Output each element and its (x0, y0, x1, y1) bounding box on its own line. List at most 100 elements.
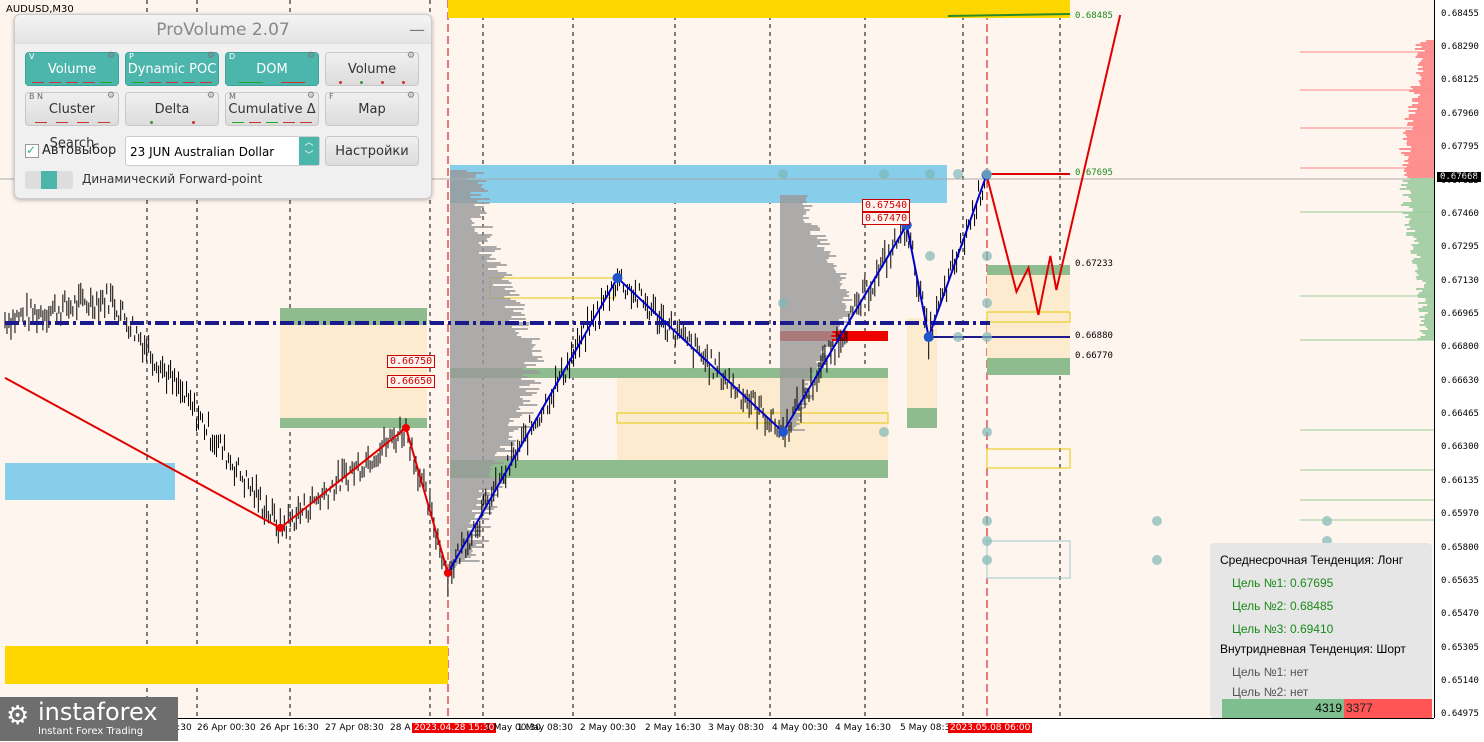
instrument-select[interactable]: 23 JUN Australian Dollar ︿ ﹀ (125, 136, 320, 166)
dom-bar (1410, 226, 1434, 228)
gear-icon[interactable]: ⚙ (207, 91, 215, 101)
autoselect-checkbox[interactable]: ✓ Автовыбор (25, 143, 116, 158)
time-axis[interactable]: 24 Apr 202325 Apr 16:3025 Apr 08:3026 Ap… (0, 718, 1434, 742)
price-tick: 0.68125 (1441, 75, 1479, 86)
volume-profile-bar (780, 385, 806, 387)
volume-profile-bar (450, 316, 512, 318)
gear-icon[interactable]: ⚙ (407, 51, 415, 61)
volume-profile-bar (780, 267, 834, 269)
volume-profile-bar (450, 436, 513, 438)
dom-bar (1418, 292, 1434, 294)
volume-profile-bar (780, 359, 827, 361)
volume-profile-bar (450, 264, 507, 266)
dom-bar (1420, 256, 1434, 258)
volume-button[interactable]: ⚙ Volume (325, 51, 419, 86)
volume-profile-bar (450, 398, 523, 400)
dom-bar (1412, 98, 1434, 100)
volume-profile-bar (450, 428, 519, 430)
gear-icon[interactable]: ⚙ (207, 51, 215, 61)
volume-profile-bar (780, 245, 818, 247)
dynamic-poc-button[interactable]: P ⚙ Dynamic POC (125, 51, 219, 86)
price-tick: 0.66965 (1441, 308, 1479, 319)
volume-profile-bar (450, 490, 479, 492)
cluster-search-button[interactable]: B N ⚙ Cluster Search (25, 91, 119, 151)
volume-profile-bar (450, 476, 491, 478)
volume-profile-bar (450, 278, 502, 280)
volume-profile-bar (450, 210, 485, 212)
price-tick: 0.66300 (1441, 442, 1479, 453)
volume-profile-button[interactable]: V⚙Volume Profile (25, 51, 119, 111)
dom-bar (1416, 54, 1434, 56)
volume-profile-bar (450, 508, 494, 510)
dom-bar (1414, 240, 1434, 242)
time-tick: 2 May 00:30 (580, 723, 636, 733)
volume-profile-bar (780, 209, 810, 211)
cumulative-delta-button[interactable]: M ⚙ Cumulative Δ (225, 91, 319, 126)
settings-button[interactable]: Настройки (325, 136, 419, 166)
price-tick: 0.67460 (1441, 209, 1479, 220)
intraday-trend: Внутридневная Тенденция: Шорт (1220, 642, 1406, 656)
volume-profile-bar (780, 215, 804, 217)
dom-bar (1416, 238, 1434, 240)
dom-bar (1412, 104, 1434, 106)
volume-profile-bar (450, 412, 534, 414)
forward-point-toggle[interactable] (25, 171, 73, 189)
volume-profile-bar (450, 494, 498, 496)
volume-profile-bar (450, 286, 513, 288)
volume-profile-bar (450, 456, 515, 458)
volume-profile-bar (450, 354, 533, 356)
price-axis[interactable]: 0.67668 0.68455 0.68290 0.68125 0.67960 0.67… (1434, 0, 1484, 719)
dom-button[interactable]: D ⚙ DOM (225, 51, 319, 86)
volume-profile-bar (450, 214, 480, 216)
volume-profile-bar (780, 249, 825, 251)
zone-box (280, 310, 427, 428)
volume-profile-bar (450, 364, 537, 366)
volume-profile-bar (450, 228, 475, 230)
volume-profile-bar (780, 217, 809, 219)
dom-bar (1414, 48, 1434, 50)
gear-icon[interactable]: ⚙ (307, 91, 315, 101)
volume-profile-bar (450, 318, 526, 320)
time-tick: 2023.04.28 15:30 (412, 723, 497, 733)
dom-bar (1418, 96, 1434, 98)
minimize-icon[interactable]: — (409, 15, 425, 45)
volume-profile-bar (780, 379, 813, 381)
volume-profile-bar (780, 251, 831, 253)
gear-icon[interactable]: ⚙ (107, 51, 115, 61)
gear-icon[interactable]: ⚙ (307, 51, 315, 61)
volume-profile-bar (450, 238, 487, 240)
green-zone (907, 408, 937, 428)
volume-profile-bar (450, 450, 514, 452)
target-marker (982, 332, 992, 342)
volume-profile-bar (780, 373, 809, 375)
volume-profile-bar (450, 392, 537, 394)
gear-icon[interactable]: ⚙ (107, 91, 115, 101)
volume-profile-bar (780, 291, 850, 293)
gear-icon[interactable]: ⚙ (407, 91, 415, 101)
dom-bar (1418, 310, 1434, 312)
volume-profile-bar (450, 234, 493, 236)
dom-bar (1412, 262, 1434, 264)
volume-profile-bar (780, 367, 818, 369)
volume-profile-bar (780, 345, 836, 347)
volume-profile-bar (450, 518, 490, 520)
volume-profile-bar (450, 310, 514, 312)
dom-bar (1408, 196, 1434, 198)
volume-profile-bar (450, 330, 516, 332)
intraday-target-2: Цель №2: нет (1232, 685, 1309, 699)
map-button[interactable]: F ⚙ Map (325, 91, 419, 126)
volume-profile-bar (450, 406, 519, 408)
level-label: 0.68485 (1075, 11, 1113, 21)
volume-profile-bar (450, 350, 542, 352)
volume-profile-bar (780, 225, 818, 227)
volume-profile-bar (780, 275, 841, 277)
forward-point-label: Динамический Forward-point (82, 172, 263, 186)
volume-profile-bar (780, 395, 813, 397)
spinner-arrows-icon[interactable]: ︿ ﹀ (299, 137, 319, 165)
delta-button[interactable]: ⚙ Delta (125, 91, 219, 126)
volume-profile-bar (450, 256, 490, 258)
dom-bar (1410, 150, 1434, 152)
dom-bar (1423, 70, 1434, 72)
volume-profile-bar (780, 329, 842, 331)
dom-bar (1414, 92, 1434, 94)
